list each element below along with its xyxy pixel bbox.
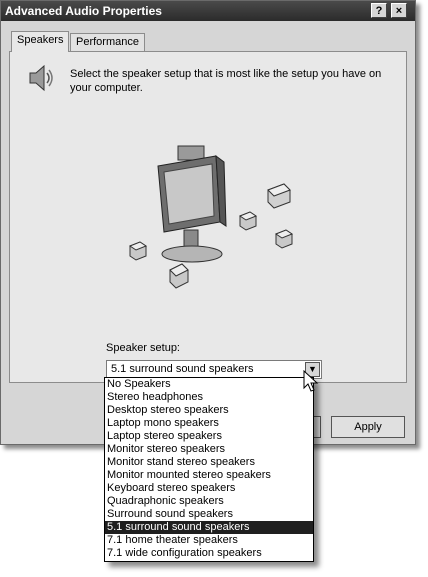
- list-item[interactable]: 7.1 wide configuration speakers: [105, 547, 313, 560]
- list-item[interactable]: Monitor stereo speakers: [105, 443, 313, 456]
- speaker-icon: [29, 64, 53, 92]
- title-bar[interactable]: Advanced Audio Properties ? ×: [1, 1, 415, 21]
- list-item[interactable]: No Speakers: [105, 378, 313, 391]
- list-item-selected[interactable]: 5.1 surround sound speakers: [105, 521, 313, 534]
- help-button[interactable]: ?: [371, 3, 387, 18]
- speaker-setup-label: Speaker setup:: [106, 342, 180, 354]
- tab-speakers[interactable]: Speakers: [11, 31, 70, 52]
- speaker-layout-illustration: [128, 145, 294, 289]
- speaker-setup-dropdown-list[interactable]: No Speakers Stereo headphones Desktop st…: [104, 377, 314, 562]
- list-item[interactable]: 7.1 home theater speakers: [105, 534, 313, 547]
- tab-speakers-label: Speakers: [17, 34, 64, 46]
- list-item[interactable]: Keyboard stereo speakers: [105, 482, 313, 495]
- apply-button[interactable]: Apply: [331, 416, 405, 438]
- mouse-pointer-icon: [303, 370, 319, 392]
- list-item[interactable]: Desktop stereo speakers: [105, 404, 313, 417]
- list-item[interactable]: Quadraphonic speakers: [105, 495, 313, 508]
- instructions-text: Select the speaker setup that is most li…: [70, 68, 382, 94]
- tab-performance[interactable]: Performance: [70, 33, 145, 51]
- list-item[interactable]: Stereo headphones: [105, 391, 313, 404]
- window-title: Advanced Audio Properties: [5, 4, 162, 18]
- speaker-setup-value: 5.1 surround sound speakers: [111, 363, 254, 375]
- tab-performance-label: Performance: [76, 36, 139, 48]
- list-item[interactable]: Laptop mono speakers: [105, 417, 313, 430]
- list-item[interactable]: Laptop stereo speakers: [105, 430, 313, 443]
- list-item[interactable]: Surround sound speakers: [105, 508, 313, 521]
- close-button[interactable]: ×: [391, 3, 407, 18]
- list-item[interactable]: Monitor stand stereo speakers: [105, 456, 313, 469]
- list-item[interactable]: Monitor mounted stereo speakers: [105, 469, 313, 482]
- speakers-panel: Select the speaker setup that is most li…: [9, 51, 407, 383]
